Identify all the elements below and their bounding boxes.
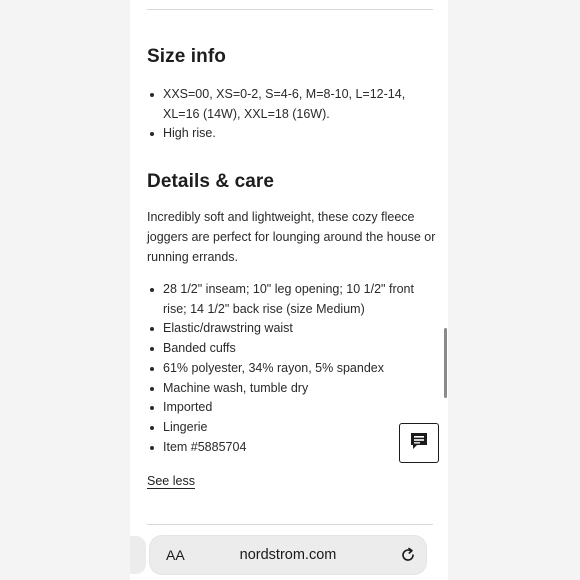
list-item: XXS=00, XS=0-2, S=4-6, M=8-10, L=12-14, … bbox=[147, 85, 423, 124]
list-item: Machine wash, tumble dry bbox=[147, 379, 423, 399]
size-info-list: XXS=00, XS=0-2, S=4-6, M=8-10, L=12-14, … bbox=[147, 85, 423, 144]
size-info-heading: Size info bbox=[147, 46, 227, 67]
left-margin bbox=[0, 0, 130, 580]
list-item: 28 1/2" inseam; 10" leg opening; 10 1/2"… bbox=[147, 280, 423, 319]
url-text[interactable]: nordstrom.com bbox=[150, 547, 426, 563]
product-description: Incredibly soft and lightweight, these c… bbox=[147, 210, 436, 264]
list-item: Elastic/drawstring waist bbox=[147, 319, 423, 339]
reload-icon[interactable] bbox=[400, 547, 416, 563]
right-margin bbox=[448, 0, 580, 580]
list-item: High rise. bbox=[147, 124, 423, 144]
list-item: 61% polyester, 34% rayon, 5% spandex bbox=[147, 359, 423, 379]
details-list: 28 1/2" inseam; 10" leg opening; 10 1/2"… bbox=[147, 280, 423, 457]
list-item: Banded cuffs bbox=[147, 339, 423, 359]
details-care-heading: Details & care bbox=[147, 171, 275, 192]
list-item: Imported bbox=[147, 398, 423, 418]
address-bar[interactable]: AA nordstrom.com bbox=[150, 536, 426, 574]
bottom-divider bbox=[147, 524, 433, 525]
list-item: Item #5885704 bbox=[147, 438, 423, 458]
see-less-link[interactable]: See less bbox=[147, 474, 195, 488]
chat-icon bbox=[409, 431, 429, 456]
top-divider bbox=[147, 9, 433, 10]
previous-tab-edge[interactable] bbox=[130, 536, 146, 574]
list-item: Lingerie bbox=[147, 418, 423, 438]
product-details-page: Size info XXS=00, XS=0-2, S=4-6, M=8-10,… bbox=[130, 0, 448, 580]
scrollbar[interactable] bbox=[444, 328, 447, 398]
chat-button[interactable] bbox=[399, 423, 439, 463]
